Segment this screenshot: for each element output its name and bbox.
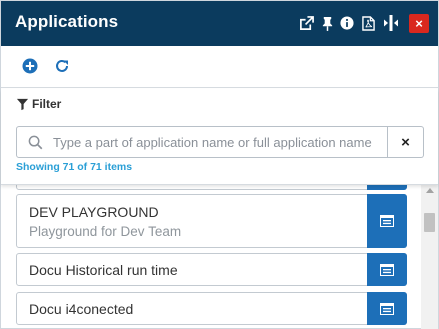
list-details-icon bbox=[380, 263, 394, 276]
filter-label: Filter bbox=[32, 97, 62, 111]
applications-panel: Applications × Filter Type a part of app… bbox=[0, 0, 439, 329]
search-input[interactable] bbox=[53, 127, 383, 157]
search-field[interactable] bbox=[16, 126, 388, 158]
add-icon bbox=[22, 58, 38, 74]
filter-toggle[interactable]: Filter bbox=[16, 97, 61, 111]
open-app-button[interactable] bbox=[367, 185, 407, 190]
scroll-thumb[interactable] bbox=[424, 213, 435, 232]
panel-title: Applications bbox=[15, 12, 119, 31]
open-app-button[interactable] bbox=[367, 253, 407, 286]
list-scrollbar[interactable] bbox=[421, 185, 438, 329]
add-button[interactable] bbox=[22, 58, 40, 76]
clear-search-button[interactable]: × bbox=[388, 126, 424, 158]
panel-toolbar bbox=[1, 46, 438, 88]
search-icon bbox=[28, 135, 43, 150]
applications-list: DEV PLAYGROUND Playground for Dev Team D… bbox=[1, 185, 420, 329]
scroll-up-arrow[interactable] bbox=[426, 188, 434, 193]
close-button[interactable]: × bbox=[409, 14, 429, 33]
info-icon[interactable] bbox=[338, 13, 356, 33]
refresh-icon bbox=[56, 59, 68, 72]
resize-icon[interactable] bbox=[382, 13, 400, 33]
list-details-icon bbox=[380, 302, 394, 315]
clear-icon: × bbox=[401, 133, 410, 151]
refresh-button[interactable] bbox=[54, 58, 72, 76]
list-item[interactable]: DEV PLAYGROUND Playground for Dev Team bbox=[16, 194, 407, 248]
app-description: Playground for Dev Team bbox=[29, 224, 182, 239]
open-app-button[interactable] bbox=[367, 194, 407, 248]
external-link-icon[interactable] bbox=[297, 13, 315, 33]
results-count: Showing 71 of 71 items bbox=[16, 161, 133, 173]
close-icon: × bbox=[415, 16, 423, 31]
filter-section: Filter × Showing 71 of 71 items bbox=[1, 89, 438, 185]
list-item[interactable]: Docu i4conected bbox=[16, 292, 407, 325]
open-app-button[interactable] bbox=[367, 292, 407, 325]
app-name: Docu Historical run time bbox=[29, 262, 178, 278]
pdf-icon[interactable] bbox=[359, 13, 377, 33]
app-name: DEV PLAYGROUND bbox=[29, 204, 159, 220]
app-name: Docu i4conected bbox=[29, 301, 134, 317]
panel-header: Applications × bbox=[1, 1, 438, 46]
list-details-icon bbox=[380, 215, 394, 227]
list-item[interactable] bbox=[16, 185, 407, 190]
pin-icon[interactable] bbox=[318, 13, 336, 33]
filter-icon bbox=[16, 98, 29, 110]
list-item[interactable]: Docu Historical run time bbox=[16, 253, 407, 286]
